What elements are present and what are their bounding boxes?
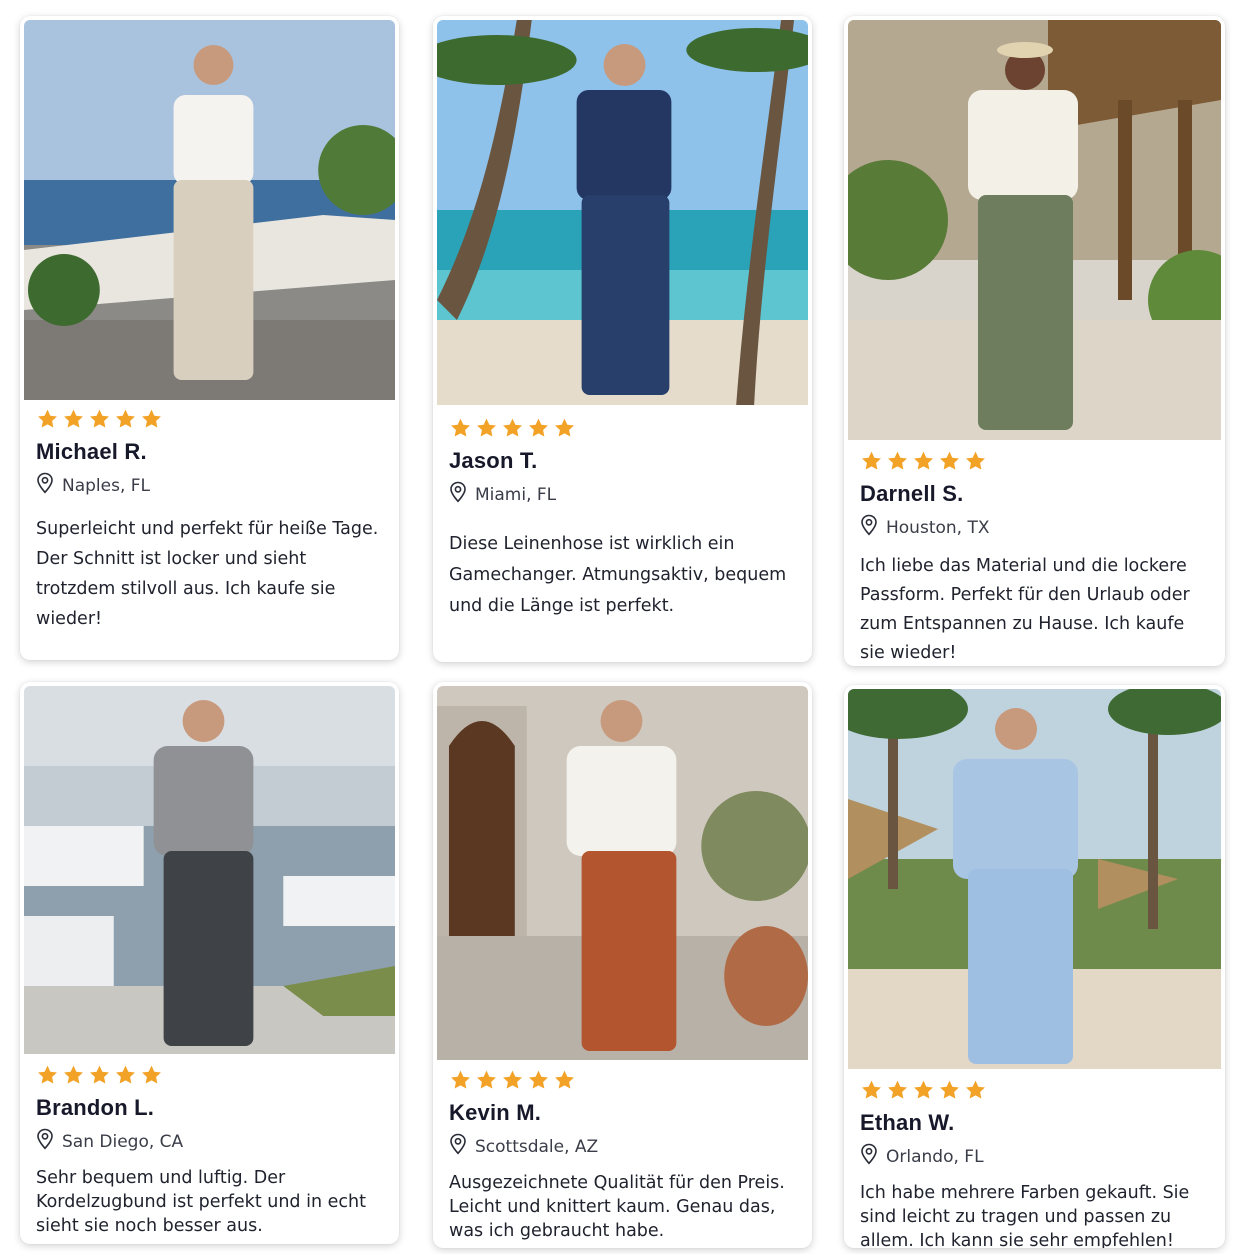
reviewer-location: Miami, FL — [449, 481, 800, 509]
map-pin-icon — [36, 472, 54, 500]
reviewer-name: Kevin M. — [449, 1100, 542, 1125]
review-text: Sehr bequem und luftig. Der Kordelzugbun… — [36, 1168, 366, 1236]
star-icon — [90, 409, 109, 428]
star-icon — [888, 451, 907, 470]
location-label: Scottsdale, AZ — [475, 1137, 599, 1157]
location-label: Miami, FL — [475, 485, 557, 505]
review-card: Darnell S. Houston, TX Ich liebe das Mat… — [844, 16, 1225, 666]
review-card: Jason T. Miami, FL Diese Leinenhose ist … — [433, 16, 812, 662]
review-card: Michael R. Naples, FL Superleicht und pe… — [20, 16, 399, 660]
star-icon — [888, 1080, 907, 1099]
star-rating — [36, 408, 387, 432]
review-text: Ausgezeichnete Qualität für den Preis. L… — [449, 1173, 785, 1241]
star-icon — [451, 418, 470, 437]
map-pin-icon — [36, 1128, 54, 1156]
star-icon — [90, 1065, 109, 1084]
star-icon — [142, 409, 161, 428]
product-photo — [437, 686, 808, 1060]
review-card: Ethan W. Orlando, FL Ich habe mehrere Fa… — [844, 685, 1225, 1248]
star-icon — [477, 418, 496, 437]
product-photo — [848, 20, 1221, 440]
star-rating — [36, 1064, 387, 1088]
map-pin-icon — [860, 514, 878, 542]
location-label: San Diego, CA — [62, 1132, 184, 1152]
reviewer-location: San Diego, CA — [36, 1128, 387, 1156]
star-icon — [116, 1065, 135, 1084]
reviewer-location: Naples, FL — [36, 472, 387, 500]
star-icon — [38, 409, 57, 428]
star-icon — [914, 1080, 933, 1099]
star-icon — [529, 418, 548, 437]
star-icon — [451, 1070, 470, 1089]
location-label: Naples, FL — [62, 476, 151, 496]
product-photo — [24, 20, 395, 400]
review-text: Diese Leinenhose ist wirklich ein Gamech… — [449, 534, 787, 616]
review-card: Kevin M. Scottsdale, AZ Ausgezeichnete Q… — [433, 682, 812, 1248]
star-rating — [449, 1069, 800, 1093]
star-icon — [914, 451, 933, 470]
reviewer-name: Darnell S. — [860, 481, 964, 506]
star-icon — [862, 451, 881, 470]
review-text: Superleicht und perfekt für heiße Tage. … — [36, 519, 379, 629]
reviewer-location: Orlando, FL — [860, 1143, 1213, 1171]
reviewer-location: Houston, TX — [860, 514, 1213, 542]
reviewer-name: Michael R. — [36, 439, 147, 464]
reviewer-name: Jason T. — [449, 448, 538, 473]
star-icon — [64, 409, 83, 428]
product-photo — [848, 689, 1221, 1069]
star-icon — [940, 451, 959, 470]
review-card: Brandon L. San Diego, CA Sehr bequem und… — [20, 682, 399, 1244]
star-rating — [860, 1079, 1213, 1103]
map-pin-icon — [449, 481, 467, 509]
review-text: Ich liebe das Material und die lockere P… — [860, 556, 1190, 663]
star-icon — [966, 1080, 985, 1099]
reviewer-location: Scottsdale, AZ — [449, 1133, 800, 1161]
star-icon — [142, 1065, 161, 1084]
star-icon — [529, 1070, 548, 1089]
star-rating — [860, 450, 1213, 474]
map-pin-icon — [449, 1133, 467, 1161]
star-rating — [449, 417, 800, 441]
location-label: Orlando, FL — [886, 1147, 984, 1167]
star-icon — [116, 409, 135, 428]
reviewer-name: Ethan W. — [860, 1110, 955, 1135]
star-icon — [555, 418, 574, 437]
star-icon — [477, 1070, 496, 1089]
star-icon — [38, 1065, 57, 1084]
product-photo — [24, 686, 395, 1054]
star-icon — [555, 1070, 574, 1089]
review-text: Ich habe mehrere Farben gekauft. Sie sin… — [860, 1183, 1190, 1248]
product-photo — [437, 20, 808, 405]
star-icon — [64, 1065, 83, 1084]
star-icon — [862, 1080, 881, 1099]
star-icon — [966, 451, 985, 470]
star-icon — [503, 1070, 522, 1089]
star-icon — [503, 418, 522, 437]
location-label: Houston, TX — [886, 518, 990, 538]
star-icon — [940, 1080, 959, 1099]
map-pin-icon — [860, 1143, 878, 1171]
reviewer-name: Brandon L. — [36, 1095, 155, 1120]
